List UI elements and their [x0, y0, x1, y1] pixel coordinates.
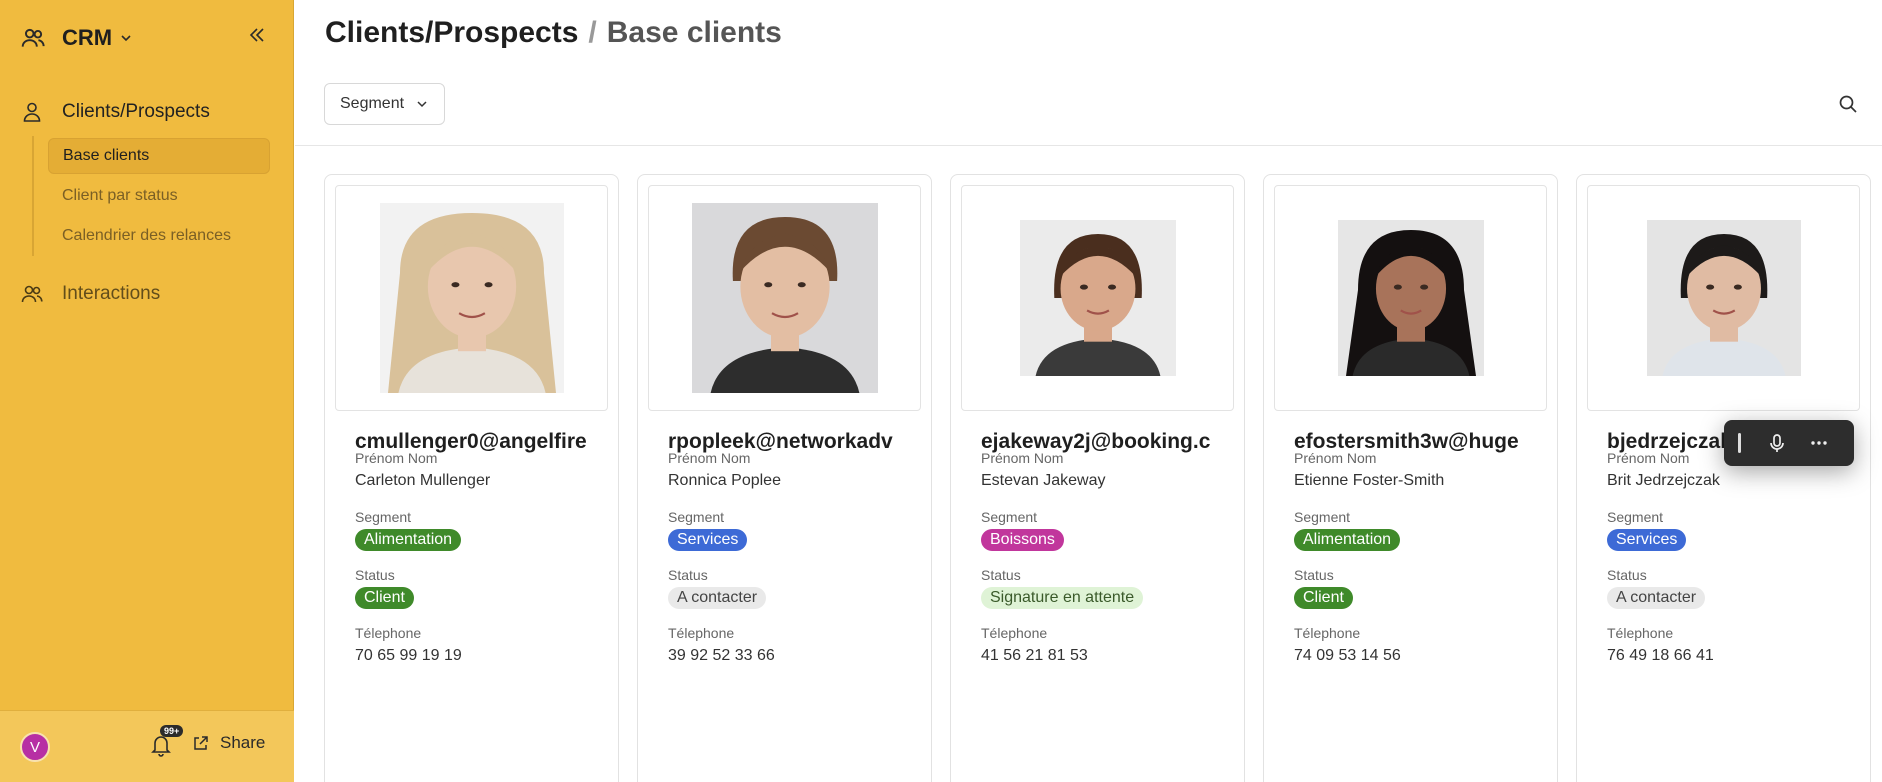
portrait-image: [379, 203, 564, 393]
client-card[interactable]: rpopleek@networkadv Prénom Nom Ronnica Pop…: [637, 174, 932, 782]
nav-interactions[interactable]: Interactions: [20, 282, 160, 306]
status-badge: Signature en attente: [981, 587, 1144, 609]
client-card[interactable]: ejakeway2j@booking.c Prénom Nom Estevan Ja…: [950, 174, 1245, 782]
users-icon: [21, 28, 45, 47]
breadcrumb-separator: /: [588, 16, 597, 49]
status-field-label: Status: [1294, 567, 1334, 583]
segment-field-label: Segment: [1607, 509, 1664, 525]
microphone-icon[interactable]: [1767, 433, 1787, 453]
segment-badge: Services: [1607, 529, 1687, 551]
phone-field-label: Télephone: [1294, 625, 1361, 641]
status-field-label: Status: [1607, 567, 1647, 583]
header-divider: [295, 145, 1882, 146]
portrait-image: [691, 203, 878, 393]
client-card[interactable]: efostersmith3w@huge Prénom Nom Etienne Fos…: [1263, 174, 1558, 782]
client-photo: [1274, 185, 1547, 411]
breadcrumb-current: Base clients: [606, 16, 782, 49]
portrait-image: [1019, 220, 1176, 376]
page-title: Clients/Prospects / Base clients: [325, 16, 782, 50]
users-icon: [21, 285, 43, 303]
subnav-calendrier-relances[interactable]: Calendrier des relances: [48, 218, 270, 254]
portrait-image: [1646, 220, 1801, 376]
collapse-sidebar-icon[interactable]: [246, 24, 268, 46]
main-content: Clients/Prospects / Base clients Segment c…: [295, 0, 1882, 782]
avatar[interactable]: V: [20, 732, 50, 762]
phone-value: 39 92 52 33 66: [668, 647, 775, 664]
status-field-label: Status: [981, 567, 1021, 583]
share-icon: [194, 736, 208, 750]
subnav-client-par-status[interactable]: Client par status: [48, 178, 270, 214]
nav-label: Clients/Prospects: [62, 101, 210, 122]
client-card[interactable]: cmullenger0@angelfire Prénom Nom Carleton …: [324, 174, 619, 782]
subnav-label: Base clients: [63, 147, 150, 164]
app-root: CRM Clients/Prospects Base clients Clien…: [0, 0, 1882, 782]
name-field-label: Prénom Nom: [981, 450, 1064, 466]
portrait-image: [1337, 220, 1484, 376]
segment-badge: Services: [668, 529, 748, 551]
client-photo: [961, 185, 1234, 411]
name-value: Brit Jedrzejczak: [1607, 472, 1720, 489]
segment-field-label: Segment: [981, 509, 1038, 525]
sidebar-footer: V 99+ Share: [0, 710, 294, 782]
app-name: CRM: [62, 25, 113, 50]
sidebar: CRM Clients/Prospects Base clients Clien…: [0, 0, 294, 782]
share-button[interactable]: Share: [192, 733, 265, 753]
client-photo: [1587, 185, 1860, 411]
status-badge: Client: [1294, 587, 1353, 609]
segment-filter-dropdown[interactable]: Segment: [324, 83, 445, 125]
subnav-base-clients[interactable]: Base clients: [48, 138, 270, 174]
name-value: Ronnica Poplee: [668, 472, 781, 489]
name-value: Estevan Jakeway: [981, 472, 1106, 489]
segment-field-label: Segment: [355, 509, 412, 525]
segment-badge: Alimentation: [355, 529, 462, 551]
status-badge: A contacter: [668, 587, 767, 609]
drag-handle[interactable]: [1738, 433, 1741, 453]
segment-badge: Boissons: [981, 529, 1064, 551]
voice-toolbar: [1724, 420, 1854, 466]
phone-field-label: Télephone: [668, 625, 735, 641]
breadcrumb-parent[interactable]: Clients/Prospects: [325, 16, 578, 49]
nav-clients-prospects[interactable]: Clients/Prospects: [20, 100, 210, 124]
segment-filter-label: Segment: [340, 95, 405, 112]
name-value: Etienne Foster-Smith: [1294, 472, 1445, 489]
user-icon: [23, 102, 41, 122]
subnav-guide-line: [32, 136, 34, 256]
name-field-label: Prénom Nom: [1294, 450, 1377, 466]
chevron-down-icon: [417, 101, 427, 108]
phone-field-label: Télephone: [355, 625, 422, 641]
phone-field-label: Télephone: [981, 625, 1048, 641]
status-field-label: Status: [668, 567, 708, 583]
notification-badge: 99+: [160, 725, 184, 737]
share-label: Share: [220, 733, 266, 752]
client-card-gallery: cmullenger0@angelfire Prénom Nom Carleton …: [324, 174, 1882, 782]
phone-value: 70 65 99 19 19: [355, 647, 462, 664]
nav-label: Interactions: [62, 283, 161, 304]
phone-value: 76 49 18 66 41: [1607, 647, 1714, 664]
phone-value: 41 56 21 81 53: [981, 647, 1088, 664]
client-photo: [335, 185, 608, 411]
phone-field-label: Télephone: [1607, 625, 1674, 641]
status-field-label: Status: [355, 567, 395, 583]
phone-value: 74 09 53 14 56: [1294, 647, 1401, 664]
search-icon[interactable]: [1838, 94, 1858, 114]
subnav-label: Calendrier des relances: [62, 227, 231, 244]
chevron-down-icon: [121, 35, 131, 42]
more-options-icon[interactable]: [1809, 433, 1829, 453]
segment-field-label: Segment: [1294, 509, 1351, 525]
name-field-label: Prénom Nom: [668, 450, 751, 466]
name-field-label: Prénom Nom: [355, 450, 438, 466]
app-switcher[interactable]: CRM: [20, 22, 132, 54]
status-badge: Client: [355, 587, 414, 609]
status-badge: A contacter: [1607, 587, 1706, 609]
segment-field-label: Segment: [668, 509, 725, 525]
name-value: Carleton Mullenger: [355, 472, 491, 489]
client-card[interactable]: bjedrzejczak Prénom Nom Brit Jedrzejczak Se…: [1576, 174, 1871, 782]
name-field-label: Prénom Nom: [1607, 450, 1690, 466]
subnav-label: Client par status: [62, 187, 178, 204]
segment-badge: Alimentation: [1294, 529, 1401, 551]
client-photo: [648, 185, 921, 411]
